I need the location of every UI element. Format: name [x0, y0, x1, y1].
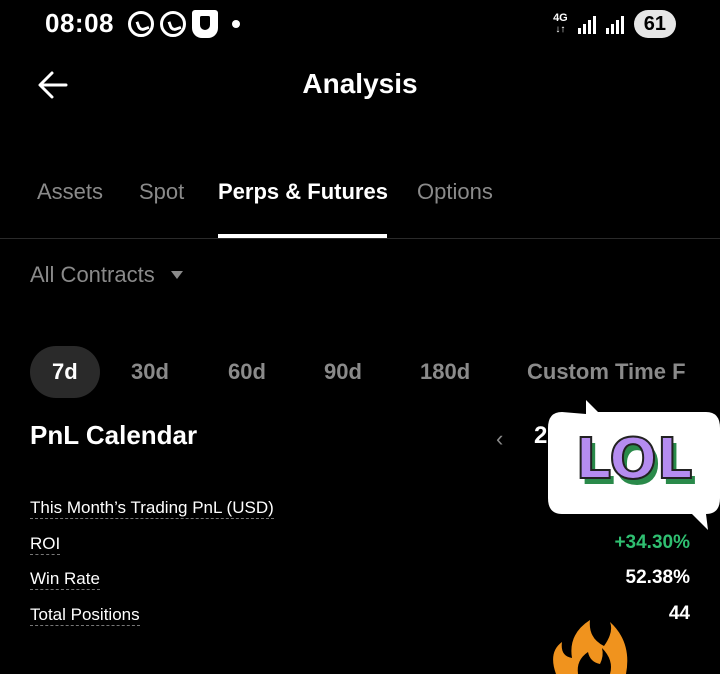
signal-icon — [605, 14, 624, 34]
stat-roi: ROI +34.30% — [30, 532, 690, 555]
whatsapp-icon — [160, 11, 186, 37]
header: Analysis — [0, 60, 720, 110]
tab-spot[interactable]: Spot — [139, 179, 184, 205]
stat-label[interactable]: This Month’s Trading PnL (USD) — [30, 498, 274, 519]
stat-value: +34.30% — [614, 532, 690, 553]
tab-perps-futures[interactable]: Perps & Futures — [218, 179, 388, 205]
clock: 08:08 — [45, 8, 114, 38]
contracts-dropdown[interactable]: All Contracts — [30, 262, 183, 288]
stat-label[interactable]: ROI — [30, 534, 61, 555]
stat-value: 44 — [668, 603, 690, 624]
tab-bar: Assets Spot Perps & Futures Options — [0, 176, 720, 239]
stat-label[interactable]: Win Rate — [30, 569, 100, 590]
shield-icon — [192, 10, 218, 38]
period-custom-time[interactable]: Custom Time F — [527, 346, 686, 398]
sticker-text: LOL — [576, 427, 693, 492]
notification-icons — [128, 10, 240, 38]
system-icons: 4G ↓↑ 61 — [553, 10, 676, 38]
pnl-calendar-title: PnL Calendar — [30, 420, 198, 450]
flame-sticker — [548, 612, 648, 674]
period-90d[interactable]: 90d — [324, 346, 362, 398]
status-bar: 08:08 4G ↓↑ 61 — [0, 0, 720, 48]
signal-icon — [577, 14, 596, 34]
stat-label[interactable]: Total Positions — [30, 605, 140, 626]
lol-sticker: LOL LOL — [546, 398, 720, 532]
contracts-dropdown-label: All Contracts — [30, 262, 155, 287]
tab-assets[interactable]: Assets — [37, 179, 103, 205]
period-30d[interactable]: 30d — [131, 346, 169, 398]
tab-options[interactable]: Options — [417, 179, 493, 205]
period-filter: 7d 30d 60d 90d 180d Custom Time F — [30, 346, 720, 400]
network-type: 4G ↓↑ — [553, 12, 568, 36]
whatsapp-icon — [128, 11, 154, 37]
stat-win-rate: Win Rate 52.38% — [30, 567, 690, 590]
period-7d[interactable]: 7d — [30, 346, 100, 398]
period-180d[interactable]: 180d — [420, 346, 470, 398]
page-title: Analysis — [302, 68, 418, 99]
stat-value: 52.38% — [625, 567, 690, 588]
caret-down-icon — [170, 271, 183, 279]
active-tab-indicator — [218, 234, 387, 238]
period-60d[interactable]: 60d — [228, 346, 266, 398]
notification-dot-icon — [232, 20, 240, 28]
battery-level: 61 — [633, 10, 676, 38]
chevron-left-icon[interactable]: ‹ — [496, 426, 503, 452]
